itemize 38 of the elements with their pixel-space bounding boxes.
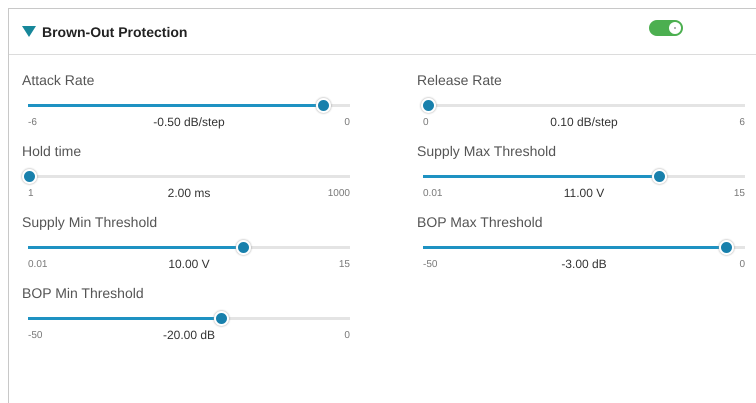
slider-thumb[interactable] [652,169,668,184]
panel-title: Brown-Out Protection [42,24,188,40]
max-value: 15 [732,188,745,198]
min-value: -50 [423,258,438,270]
max-value: 0 [738,258,745,270]
slider-label: Release Rate [417,72,503,90]
slider-value: -0.50 dB/step [153,115,225,129]
slider-thumb[interactable] [421,98,436,113]
slider-thumb[interactable] [22,169,37,184]
slider-thumb[interactable] [316,98,332,113]
slider-label: Supply Max Threshold [417,143,558,161]
slider-label: BOP Max Threshold [417,214,544,232]
slider-thumb[interactable] [718,240,734,255]
max-value: 1000 [326,188,350,198]
max-value: 6 [738,116,745,128]
slider-value: 2.00 ms [168,186,210,200]
min-value: 0 [423,116,430,128]
slider-thumb[interactable] [214,311,230,326]
slider-label: Supply Min Threshold [22,214,158,232]
min-value: 0.01 [28,258,48,270]
min-value: 0.01 [423,188,444,198]
min-value: -50 [28,330,44,340]
slider-value: 0.10 dB/step [550,115,618,129]
slider-label: Attack Rate [22,72,96,90]
min-value: -6 [28,116,38,128]
toggle-switch[interactable] [649,20,683,36]
min-value: 1 [28,188,35,198]
slider-thumb[interactable] [236,240,251,255]
slider-label: BOP Min Threshold [22,285,145,303]
collapse-icon[interactable] [22,26,36,37]
slider-value: -3.00 dB [561,257,607,271]
slider-value: 10.00 V [168,257,210,271]
slider-value: -20.00 dB [162,328,216,342]
max-value: 0 [343,330,350,340]
max-value: 0 [343,116,350,128]
max-value: 15 [338,258,350,270]
slider-label: Hold time [22,143,82,161]
slider-value: 11.00 V [564,186,604,200]
